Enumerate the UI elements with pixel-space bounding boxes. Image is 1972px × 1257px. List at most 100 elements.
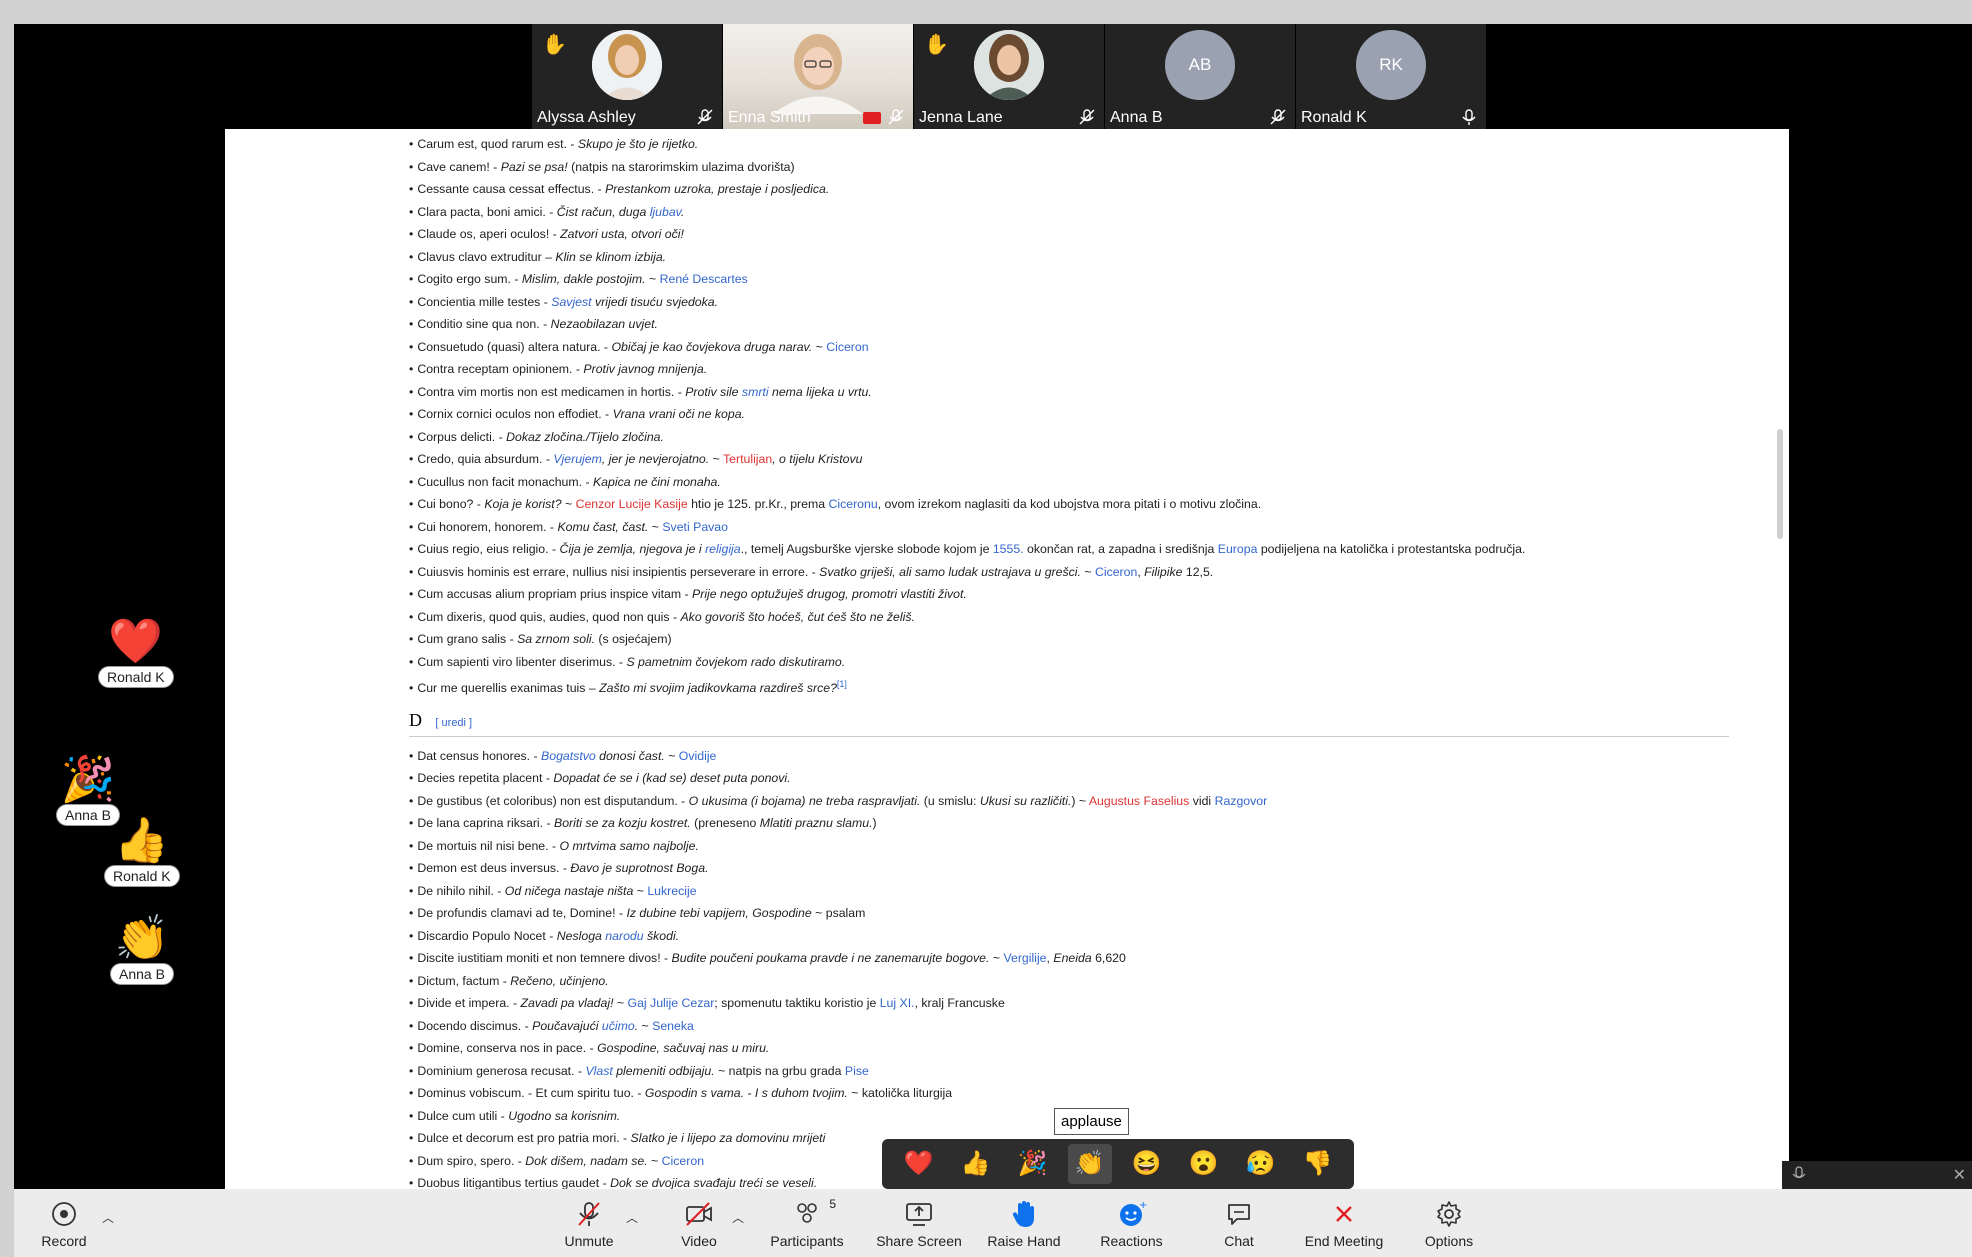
- wiki-link[interactable]: Europa: [1218, 542, 1258, 556]
- scrollbar[interactable]: [1777, 429, 1783, 539]
- options-button[interactable]: Options: [1414, 1199, 1484, 1249]
- wiki-link[interactable]: Ovidije: [679, 749, 717, 763]
- text-segment: Conditio sine qua non. -: [417, 317, 551, 331]
- wiki-link[interactable]: Savjest: [551, 295, 591, 309]
- participants-count: 5: [829, 1197, 836, 1211]
- list-item: Dominium generosa recusat. - Vlast pleme…: [409, 1060, 1789, 1083]
- chevron-up-icon[interactable]: ︿: [732, 1209, 744, 1226]
- text-segment: .: [680, 204, 685, 219]
- end-meeting-button[interactable]: End Meeting: [1294, 1199, 1394, 1249]
- wiki-link[interactable]: Sveti Pavao: [662, 520, 728, 534]
- text-segment: Sa zrnom soli.: [517, 632, 596, 646]
- text-segment: Cessante causa cessat effectus. -: [417, 182, 606, 196]
- text-segment: Contra vim mortis non est medicamen in h…: [417, 384, 686, 399]
- text-segment: Cave canem! -: [417, 159, 501, 174]
- unmute-button[interactable]: Unmute: [549, 1199, 629, 1249]
- reaction-sender: Ronald K: [104, 865, 180, 887]
- share-screen-button[interactable]: Share Screen: [869, 1199, 969, 1249]
- wiki-link[interactable]: Bogatstvo: [541, 749, 596, 763]
- text-segment: Dictum, factum -: [417, 973, 511, 988]
- wiki-link[interactable]: učimo: [602, 1019, 635, 1033]
- text-segment: De lana caprina riksari. -: [417, 816, 554, 830]
- wiki-link[interactable]: Ciceron: [826, 340, 868, 354]
- participant-tile-jenna[interactable]: ✋ Jenna Lane: [914, 24, 1104, 129]
- chevron-up-icon[interactable]: ︿: [626, 1209, 638, 1226]
- wiki-link[interactable]: Vergilije: [1003, 951, 1046, 965]
- reaction-tada-button[interactable]: 🎉: [1011, 1144, 1055, 1184]
- participant-tile-enna[interactable]: Enna Smith: [723, 24, 913, 129]
- video-button[interactable]: Video: [664, 1199, 734, 1249]
- wiki-link[interactable]: Pise: [845, 1064, 869, 1078]
- text-segment: (preneseno: [690, 816, 760, 830]
- reaction-wow-button[interactable]: 😮: [1182, 1144, 1226, 1184]
- edit-section-link[interactable]: [ uredi ]: [435, 717, 472, 729]
- reaction-clap: 👏 Anna B: [110, 915, 174, 985]
- participants-button[interactable]: 5 Participants: [762, 1197, 852, 1249]
- wiki-link[interactable]: Ciceron: [1095, 565, 1137, 579]
- chat-button[interactable]: Chat: [1204, 1199, 1274, 1249]
- text-segment: Boriti se za kozju kostret.: [554, 816, 691, 830]
- text-segment: Običaj je kao čovjekova druga narav.: [611, 339, 813, 354]
- reaction-heart-button[interactable]: ❤️: [897, 1144, 941, 1184]
- list-item: Domine, conserva nos in pace. - Gospodin…: [409, 1037, 1789, 1060]
- chevron-up-icon[interactable]: ︿: [102, 1209, 114, 1226]
- thumbs-up-icon: 👍: [114, 816, 170, 865]
- gear-icon: [1437, 1201, 1461, 1227]
- text-segment: Ukusi su različiti.: [979, 793, 1072, 808]
- text-segment: Clara pacta, boni amici. -: [417, 204, 557, 219]
- reactions-button[interactable]: + Reactions: [1089, 1199, 1174, 1249]
- reaction-laugh-button[interactable]: 😆: [1125, 1144, 1169, 1184]
- wiki-link[interactable]: Augustus Faselius: [1089, 794, 1189, 808]
- wiki-link[interactable]: [1]: [837, 679, 847, 689]
- record-button[interactable]: Record: [34, 1199, 94, 1249]
- wiki-link[interactable]: 1555.: [993, 542, 1024, 556]
- participant-tile-ronald[interactable]: RK Ronald K: [1296, 24, 1486, 129]
- text-segment: Credo, quia absurdum. -: [417, 452, 554, 466]
- wiki-link[interactable]: Vlast: [585, 1064, 612, 1078]
- text-segment: ~ psalam: [811, 906, 866, 920]
- wiki-link[interactable]: Tertulijan: [723, 452, 772, 466]
- wiki-link[interactable]: Ciceron: [662, 1154, 704, 1168]
- wiki-link[interactable]: religija: [705, 542, 741, 556]
- participants-icon: [797, 1203, 817, 1223]
- reaction-thumbs-down-button[interactable]: 👎: [1296, 1144, 1340, 1184]
- wiki-link[interactable]: Gaj Julije Cezar: [628, 996, 715, 1010]
- close-icon[interactable]: ✕: [1953, 1165, 1966, 1185]
- text-segment: Klin se klinom izbija.: [555, 249, 667, 264]
- text-segment: podijeljena na katolička i protestantska…: [1257, 542, 1526, 556]
- list-item: Cucullus non facit monachum. - Kapica ne…: [409, 471, 1789, 494]
- wiki-link[interactable]: Razgovor: [1215, 794, 1268, 808]
- text-segment: Od ničega nastaje ništa: [504, 883, 634, 898]
- wiki-link[interactable]: Luj XI.: [880, 996, 915, 1010]
- wiki-link[interactable]: Ciceronu: [828, 497, 877, 511]
- participant-tile-alyssa[interactable]: ✋ Alyssa Ashley: [532, 24, 722, 129]
- text-segment: Budite poučeni poukama pravde i ne zanem…: [671, 951, 990, 965]
- wiki-link[interactable]: ljubav: [650, 205, 681, 219]
- list-item: Cur me querellis exanimas tuis – Zašto m…: [409, 673, 1789, 696]
- meeting-toolbar: Record ︿ Unmute ︿ Video ︿ 5 Participants…: [14, 1189, 1972, 1257]
- text-segment: , temelj Augsburške vjerske slobode kojo…: [744, 542, 993, 556]
- reaction-clap-button[interactable]: 👏: [1067, 1144, 1112, 1184]
- text-segment: ~: [1080, 564, 1095, 579]
- text-segment: Carum est, quod rarum est. -: [417, 137, 578, 151]
- muted-mic-icon: [888, 109, 904, 125]
- end-meeting-label: End Meeting: [1304, 1233, 1384, 1249]
- text-segment: 6,620: [1091, 951, 1126, 965]
- wiki-link[interactable]: Lukrecije: [647, 884, 696, 898]
- wiki-link[interactable]: Vjerujem: [553, 452, 602, 466]
- text-segment: Cogito ergo sum. -: [417, 272, 522, 286]
- reaction-thumbs-up-button[interactable]: 👍: [954, 1144, 998, 1184]
- wiki-link[interactable]: smrti: [742, 385, 769, 399]
- participant-tile-anna[interactable]: AB Anna B: [1105, 24, 1295, 129]
- wiki-link[interactable]: narodu: [605, 929, 643, 943]
- list-item: Dictum, factum - Rečeno, učinjeno.: [409, 970, 1789, 993]
- reaction-sad-button[interactable]: 😥: [1239, 1144, 1283, 1184]
- wiki-link[interactable]: Seneka: [652, 1019, 694, 1033]
- wiki-link[interactable]: René Descartes: [660, 272, 748, 286]
- list-item: Contra receptam opinionem. - Protiv javn…: [409, 358, 1789, 381]
- participant-strip: ✋ Alyssa Ashley Enna Smith ✋ Jenna Lane …: [532, 24, 1487, 129]
- mic-icon[interactable]: [1792, 1166, 1806, 1184]
- raise-hand-button[interactable]: Raise Hand: [979, 1199, 1069, 1249]
- text-segment: Discite iustitiam moniti et non temnere …: [417, 951, 672, 965]
- wiki-link[interactable]: Cenzor Lucije Kasije: [576, 497, 688, 511]
